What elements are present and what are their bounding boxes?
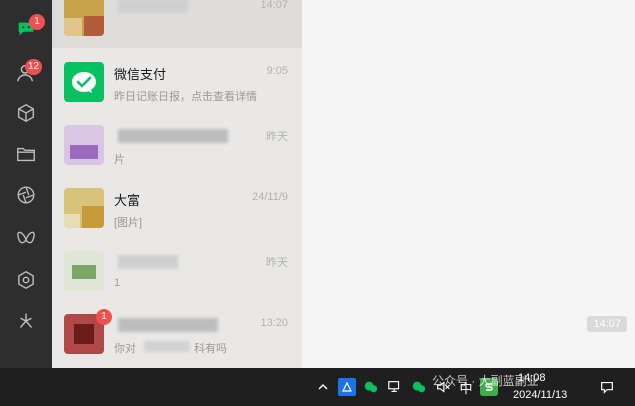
chat-list: 14:07 微信支付 9:05 昨日记账日报，点击查看详情 昨天 片 大富 24: [52, 0, 302, 368]
redacted-name: [118, 129, 228, 143]
notification-icon[interactable]: [598, 378, 616, 396]
wechat-tray-icon-2[interactable]: [410, 378, 428, 396]
sparkle-icon: [15, 310, 37, 337]
redacted-name: [118, 318, 218, 332]
watermark: 公众号 · 大副蓝副业: [432, 374, 539, 388]
chat-preview-tail: 科有吗: [194, 343, 227, 355]
chat-preview: 片: [114, 154, 125, 166]
sidebar-item-chats[interactable]: 1: [0, 11, 52, 51]
message-time-pill: 14:07: [587, 316, 627, 332]
chat-item[interactable]: 昨天 1: [52, 240, 302, 303]
clock-date[interactable]: 2024/11/13: [513, 389, 567, 401]
chevron-up-icon[interactable]: [314, 378, 332, 396]
contacts-badge: 12: [25, 59, 43, 75]
app-tray-icon[interactable]: [338, 378, 356, 396]
wechat-pay-icon: [72, 72, 96, 93]
chat-time: 昨天: [266, 257, 288, 269]
chat-preview: 昨日记账日报，点击查看详情: [114, 91, 257, 103]
chat-name: 微信支付: [114, 67, 167, 82]
chat-time: 昨天: [266, 131, 288, 143]
butterfly-icon: [15, 227, 37, 254]
sidebar-item-channels[interactable]: [0, 220, 52, 260]
redacted-name: [118, 0, 188, 13]
chat-item[interactable]: 1 13:20 你对 科有吗: [52, 303, 302, 366]
chat-preview: [图片]: [114, 217, 143, 229]
unread-badge: 1: [96, 309, 112, 325]
chat-item[interactable]: 大富 24/11/9 [图片]: [52, 177, 302, 240]
chat-item[interactable]: 昨天 片: [52, 114, 302, 177]
network-icon[interactable]: [386, 378, 404, 396]
chat-time: 14:07: [260, 0, 288, 11]
chat-name: 大富: [114, 193, 141, 208]
redacted-text: [144, 341, 190, 352]
avatar: [64, 125, 104, 165]
sidebar-item-files[interactable]: [0, 136, 52, 176]
sidebar: 1 12: [0, 0, 52, 368]
taskbar: 中 14:08 2024/11/13: [0, 368, 635, 406]
avatar: [64, 188, 104, 228]
hex-flower-icon: [15, 269, 37, 296]
chat-item-wechat-pay[interactable]: 微信支付 9:05 昨日记账日报，点击查看详情: [52, 51, 302, 114]
chat-preview: 你对: [114, 343, 136, 355]
sidebar-item-contacts[interactable]: 12: [0, 55, 52, 95]
redacted-name: [118, 255, 178, 269]
chat-time: 9:05: [266, 65, 288, 77]
sidebar-item-collections[interactable]: [0, 95, 52, 135]
chat-preview: 1: [114, 277, 121, 289]
chat-time: 13:20: [260, 317, 288, 329]
cube-icon: [15, 102, 37, 129]
chat-main-area: 14:07: [302, 0, 635, 368]
chat-item[interactable]: 14:07: [52, 0, 302, 48]
sidebar-item-mini-programs[interactable]: [0, 262, 52, 302]
avatar: [64, 251, 104, 291]
sidebar-item-moments[interactable]: [0, 177, 52, 217]
chat-time: 24/11/9: [252, 191, 288, 203]
avatar: [64, 62, 104, 102]
folder-icon: [15, 143, 37, 170]
avatar: [64, 0, 104, 36]
sidebar-item-search[interactable]: [0, 303, 52, 343]
chat-badge: 1: [29, 14, 45, 30]
wechat-tray-icon[interactable]: [362, 378, 380, 396]
aperture-icon: [15, 184, 37, 211]
